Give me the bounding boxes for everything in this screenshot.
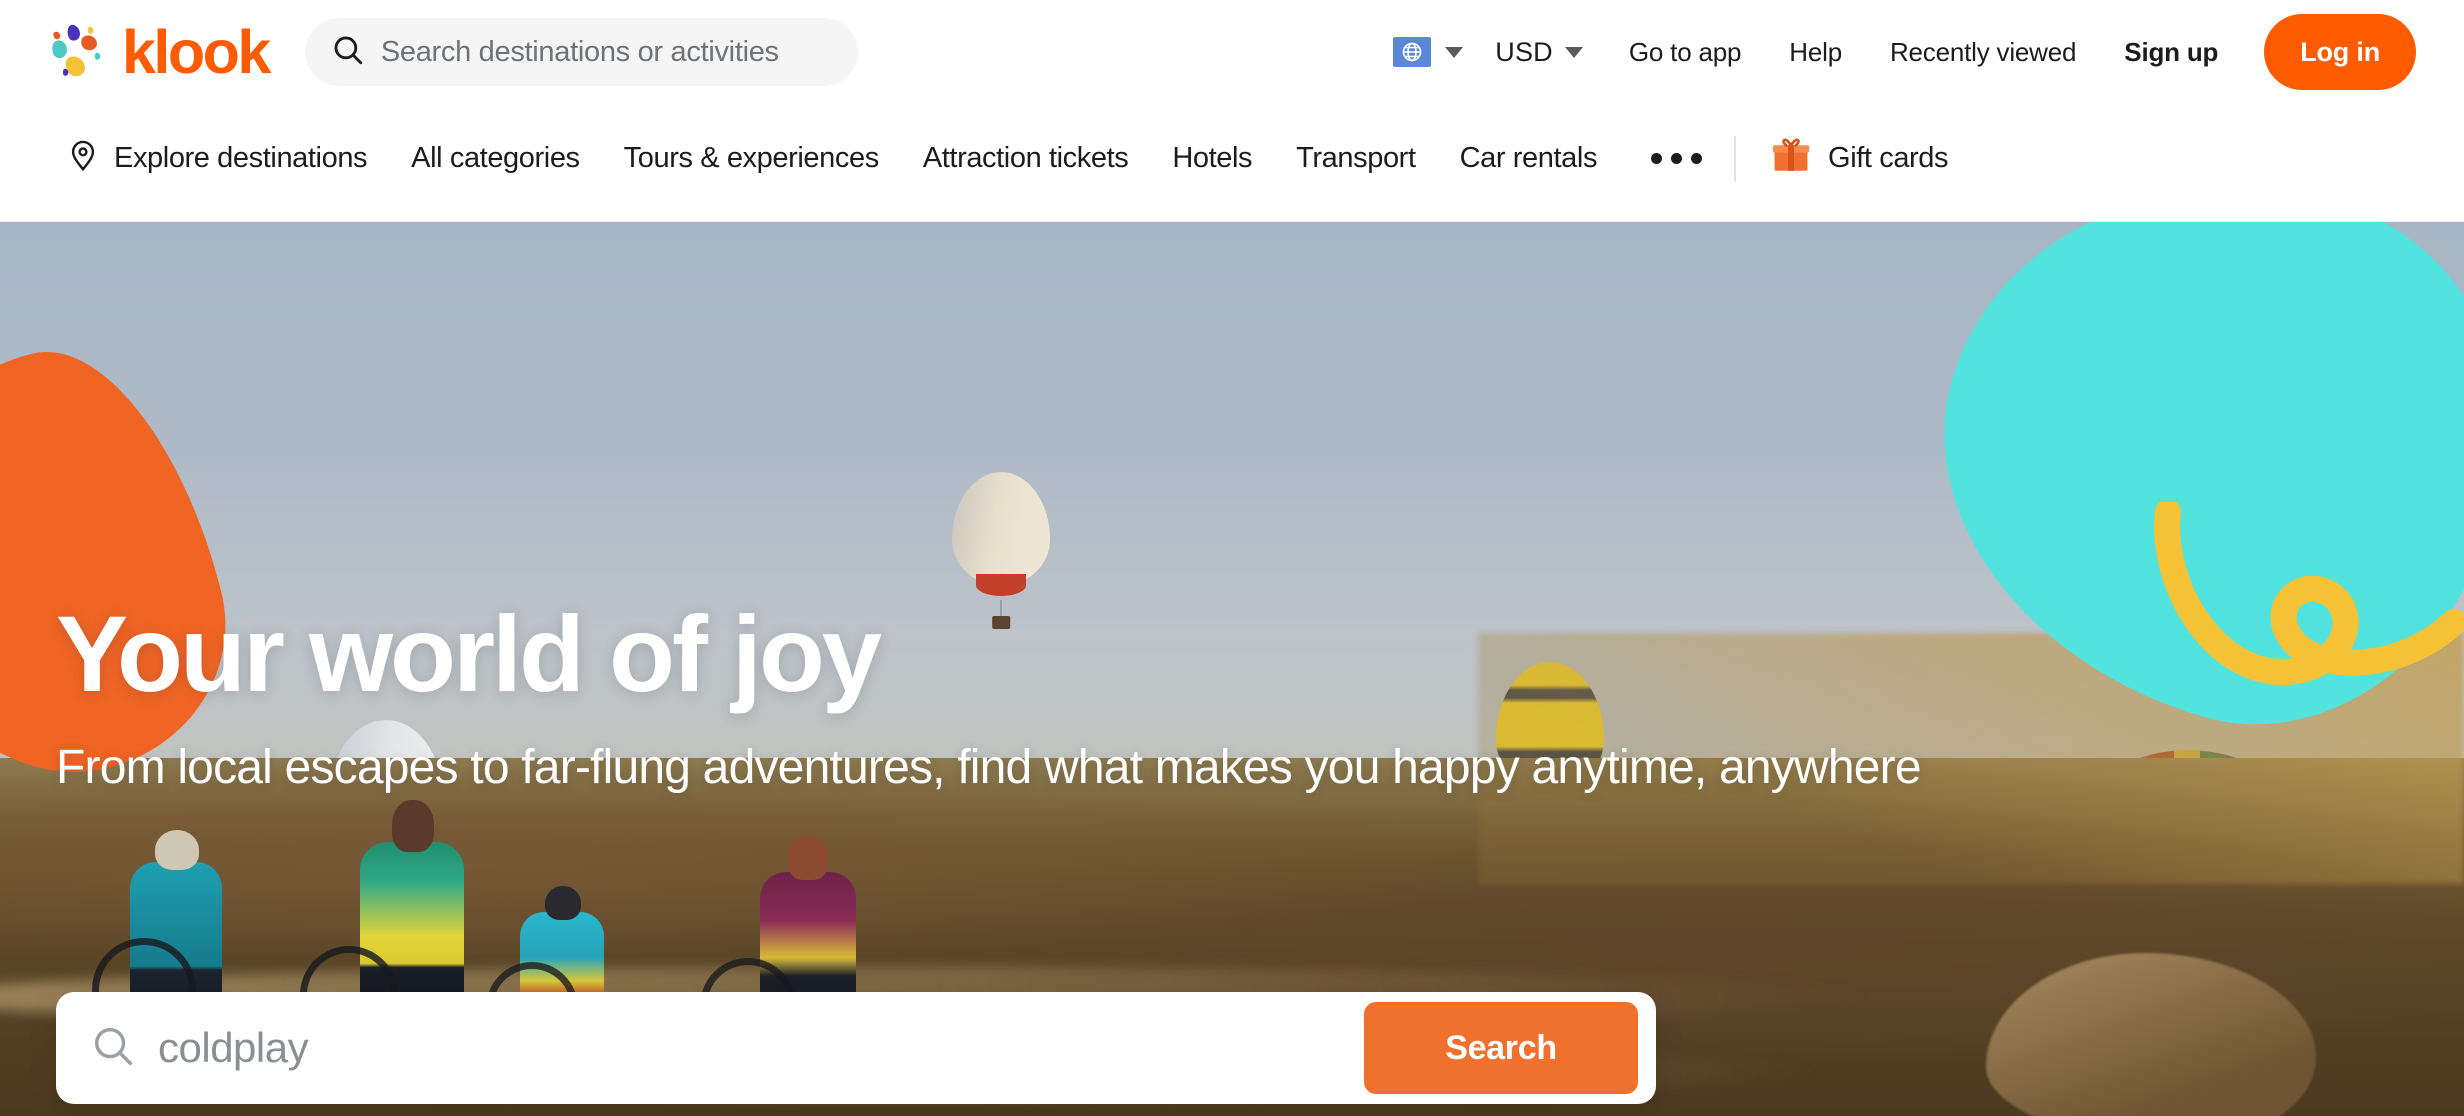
explore-destinations-label: Explore destinations (114, 142, 368, 174)
gift-box-icon (1770, 134, 1812, 184)
globe-icon (1393, 37, 1432, 67)
chevron-down-icon-currency (1564, 46, 1583, 58)
klook-wordmark: klook (122, 17, 271, 86)
hero-copy: Your world of joy From local escapes to … (56, 222, 2056, 795)
currency-label: USD (1495, 36, 1553, 67)
category-nav: Explore destinations All categories Tour… (0, 104, 2464, 222)
location-pin-icon (66, 138, 100, 180)
gift-cards-label: Gift cards (1828, 142, 1949, 174)
top-header: klook Search destinations or activities (0, 0, 2464, 104)
nav-car-rentals[interactable]: Car rentals (1460, 142, 1598, 175)
page-title: Your world of joy (56, 593, 882, 714)
header-search-input[interactable]: Search destinations or activities (304, 18, 858, 86)
header-right-nav: USD Go to app Help Recently viewed Sign … (1375, 14, 2416, 90)
ellipsis-icon[interactable] (1641, 153, 1712, 164)
sidebar-item-explore-destinations[interactable]: Explore destinations (66, 138, 368, 180)
nav-sign-up[interactable]: Sign up (2100, 37, 2242, 68)
klook-logo-mark (44, 19, 110, 85)
currency-selector[interactable]: USD (1473, 37, 1605, 68)
header-search-placeholder: Search destinations or activities (380, 35, 779, 68)
nav-attraction-tickets[interactable]: Attraction tickets (923, 142, 1129, 175)
nav-hotels[interactable]: Hotels (1172, 142, 1252, 175)
nav-tours-experiences[interactable]: Tours & experiences (624, 142, 880, 175)
language-selector[interactable] (1375, 37, 1473, 67)
hero-search-input[interactable]: coldplay (158, 1024, 1364, 1072)
hero-subtitle: From local escapes to far-flung adventur… (56, 741, 1922, 794)
nav-help[interactable]: Help (1765, 37, 1866, 68)
nav-all-categories[interactable]: All categories (411, 142, 580, 175)
nav-divider (1734, 135, 1737, 182)
login-button[interactable]: Log in (2264, 14, 2416, 90)
search-icon (331, 33, 365, 72)
nav-go-to-app[interactable]: Go to app (1605, 37, 1765, 68)
nav-gift-cards[interactable]: Gift cards (1770, 134, 1949, 184)
hero-banner: Your world of joy From local escapes to … (0, 222, 2464, 1116)
nav-recently-viewed[interactable]: Recently viewed (1866, 37, 2100, 68)
chevron-down-icon-language (1445, 46, 1464, 58)
hero-search-button[interactable]: Search (1364, 1002, 1638, 1094)
decor-squiggle-yellow (2154, 502, 2464, 685)
hero-search-bar[interactable]: coldplay Search (56, 992, 1656, 1104)
nav-transport[interactable]: Transport (1296, 142, 1416, 175)
search-icon (90, 1023, 136, 1074)
klook-logo[interactable]: klook (44, 17, 271, 86)
